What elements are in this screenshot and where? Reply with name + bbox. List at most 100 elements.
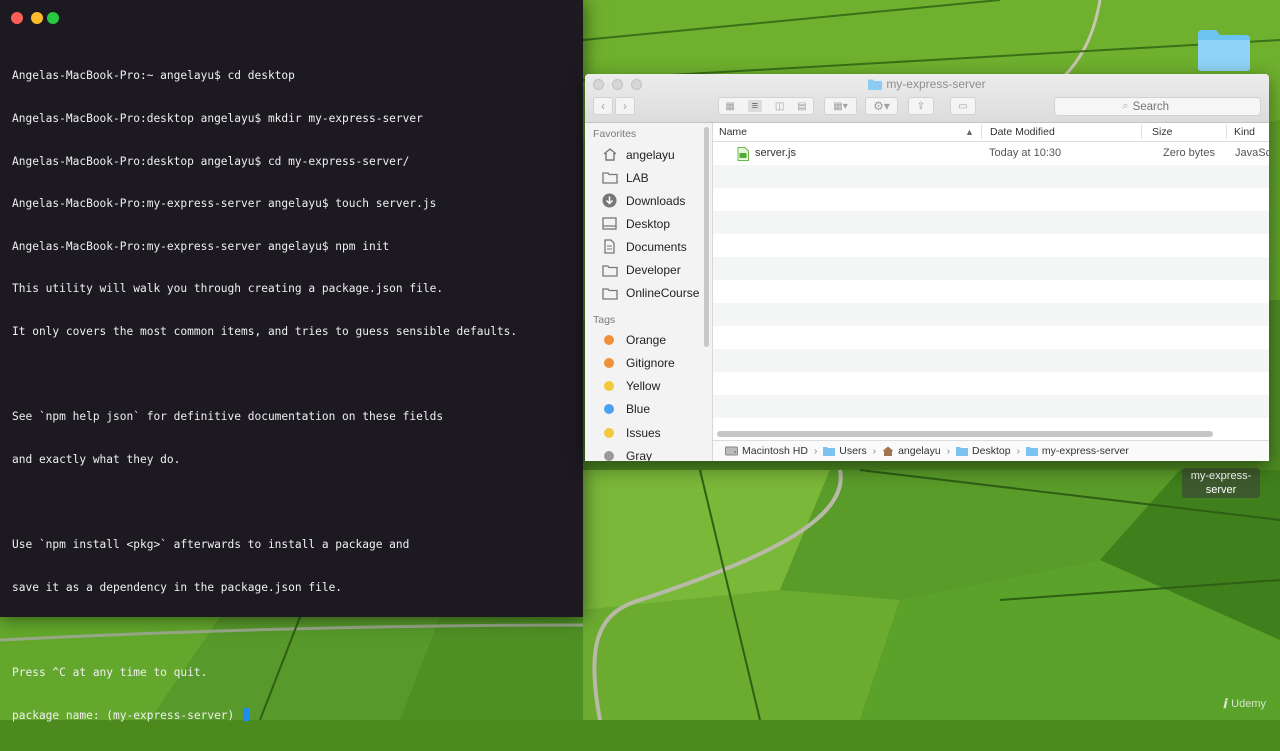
sidebar-tag-gitignore[interactable]: Gitignore	[585, 352, 712, 375]
path-item-label: my-express-server	[1041, 445, 1129, 457]
arrange-icon: ▦▾	[833, 100, 848, 112]
terminal-output[interactable]: Angelas-MacBook-Pro:~ angelayu$ cd deskt…	[12, 41, 573, 751]
terminal-prompt-line[interactable]: package name: (my-express-server)	[12, 708, 573, 722]
path-item-users[interactable]: Users	[823, 445, 867, 457]
sidebar-item-desktop[interactable]: Desktop	[585, 212, 712, 235]
column-divider[interactable]	[1226, 125, 1227, 139]
sidebar-item-developer[interactable]: Developer	[585, 258, 712, 281]
udemy-logo-icon: 𝒊	[1223, 696, 1228, 711]
list-view-icon[interactable]: ≡	[747, 100, 763, 112]
sidebar-item-label: Documents	[626, 239, 687, 254]
back-button[interactable]: ‹	[593, 97, 613, 115]
sidebar-item-downloads[interactable]: Downloads	[585, 189, 712, 212]
share-icon: ⇪	[916, 100, 926, 112]
file-size: Zero bytes	[1163, 147, 1215, 159]
sidebar-item-label: OnlineCourse	[626, 286, 700, 301]
sidebar-scrollbar[interactable]	[704, 127, 709, 347]
sidebar-item-label: Blue	[626, 402, 651, 417]
cover-flow-icon[interactable]: ▤	[797, 101, 806, 112]
terminal-line: Angelas-MacBook-Pro:desktop angelayu$ cd…	[12, 154, 410, 168]
sidebar-tag-issues[interactable]: Issues	[585, 421, 712, 444]
action-button[interactable]: ⚙▾	[865, 97, 898, 115]
sidebar-tag-orange[interactable]: Orange	[585, 329, 712, 352]
sidebar-item-home[interactable]: angelayu	[585, 143, 712, 166]
text-cursor	[243, 708, 250, 722]
column-header-size[interactable]: Size	[1152, 123, 1172, 141]
tag-color-dot	[604, 335, 614, 346]
terminal-prompt-text: package name: (my-express-server)	[12, 709, 242, 723]
folder-icon	[823, 446, 836, 456]
sidebar-item-documents[interactable]: Documents	[585, 235, 712, 258]
arrange-button[interactable]: ▦▾	[824, 97, 857, 115]
tag-button[interactable]: ▭	[950, 97, 976, 115]
sidebar-tag-blue[interactable]: Blue	[585, 398, 712, 421]
icon-view-icon[interactable]: ▦	[725, 101, 734, 112]
desktop-folder-icon[interactable]	[1196, 26, 1252, 72]
empty-row	[713, 303, 1269, 326]
folder-icon	[868, 79, 883, 90]
sidebar-item-onlinecourse[interactable]: OnlineCourse	[585, 282, 712, 305]
sidebar-item-label: Orange	[626, 333, 667, 348]
path-item-angelayu[interactable]: angelayu	[882, 445, 941, 457]
finder-window[interactable]: my-express-server ‹ › ▦ ≡ ◫ ▤ ▦▾ ⚙▾ ⇪ ▭ …	[585, 74, 1269, 461]
column-divider[interactable]	[1141, 125, 1142, 139]
path-item-my-express-server[interactable]: my-express-server	[1025, 445, 1129, 457]
search-input[interactable]	[1132, 100, 1193, 113]
sort-ascending-icon[interactable]: ▲	[965, 123, 974, 141]
gear-icon: ⚙▾	[873, 99, 890, 113]
terminal-window[interactable]: Angelas-MacBook-Pro:~ angelayu$ cd deskt…	[0, 0, 583, 722]
folder-icon	[601, 286, 618, 301]
column-header-date[interactable]: Date Modified	[990, 123, 1055, 141]
path-item-label: Desktop	[972, 445, 1011, 457]
column-header-name[interactable]: Name	[719, 123, 747, 141]
column-header-kind[interactable]: Kind	[1234, 123, 1255, 141]
tag-color-dot	[604, 427, 614, 438]
sidebar-tag-yellow[interactable]: Yellow	[585, 375, 712, 398]
terminal-line: Angelas-MacBook-Pro:my-express-server an…	[12, 239, 390, 253]
tag-color-dot	[604, 450, 614, 461]
documents-icon	[601, 239, 618, 255]
window-title: my-express-server	[585, 77, 1269, 91]
folder-icon	[601, 263, 618, 278]
sidebar-heading-tags: Tags	[593, 313, 616, 326]
horizontal-scrollbar[interactable]	[717, 431, 1213, 437]
folder-icon	[601, 170, 618, 185]
folder-icon	[956, 446, 969, 456]
file-date-modified: Today at 10:30	[989, 147, 1062, 159]
empty-row	[713, 395, 1269, 418]
share-button[interactable]: ⇪	[908, 97, 934, 115]
file-rows: server.js Today at 10:30 Zero bytes Java…	[713, 142, 1269, 441]
search-field[interactable]: ⌕	[1054, 97, 1261, 116]
sidebar-item-label: Developer	[626, 263, 681, 278]
column-divider[interactable]	[981, 125, 982, 139]
sidebar-tag-gray[interactable]: Gray	[585, 444, 712, 461]
column-view-icon[interactable]: ◫	[775, 101, 784, 112]
sidebar-item-label: Gray	[626, 448, 653, 461]
empty-row	[713, 280, 1269, 303]
path-item-label: Users	[839, 445, 867, 457]
finder-sidebar: Favorites angelayu LAB Downloads Desktop…	[585, 123, 713, 461]
path-item-desktop[interactable]: Desktop	[956, 445, 1011, 457]
file-list[interactable]: Name ▲ Date Modified Size Kind server.js…	[713, 123, 1269, 461]
home-icon	[882, 446, 894, 456]
file-name: server.js	[755, 147, 796, 159]
column-header-row: Name ▲ Date Modified Size Kind	[713, 123, 1269, 142]
zoom-button[interactable]	[47, 12, 59, 24]
close-button[interactable]	[11, 12, 23, 24]
udemy-watermark-text: Udemy	[1231, 698, 1266, 710]
minimize-button[interactable]	[31, 12, 43, 24]
terminal-line: Angelas-MacBook-Pro:~ angelayu$ cd deskt…	[12, 69, 295, 83]
desktop-folder-label[interactable]: my-express-server	[1182, 468, 1260, 498]
tag-color-dot	[604, 381, 614, 392]
path-separator-icon: ›	[946, 445, 951, 457]
window-title-text: my-express-server	[886, 77, 986, 91]
file-row[interactable]: server.js Today at 10:30 Zero bytes Java…	[713, 142, 1269, 165]
terminal-titlebar[interactable]	[0, 0, 583, 34]
sidebar-item-label: Downloads	[626, 193, 686, 208]
sidebar-item-lab[interactable]: LAB	[585, 166, 712, 189]
tag-icon: ▭	[958, 100, 968, 112]
forward-button[interactable]: ›	[615, 97, 635, 115]
path-item-macintosh-hd[interactable]: Macintosh HD	[725, 445, 808, 457]
